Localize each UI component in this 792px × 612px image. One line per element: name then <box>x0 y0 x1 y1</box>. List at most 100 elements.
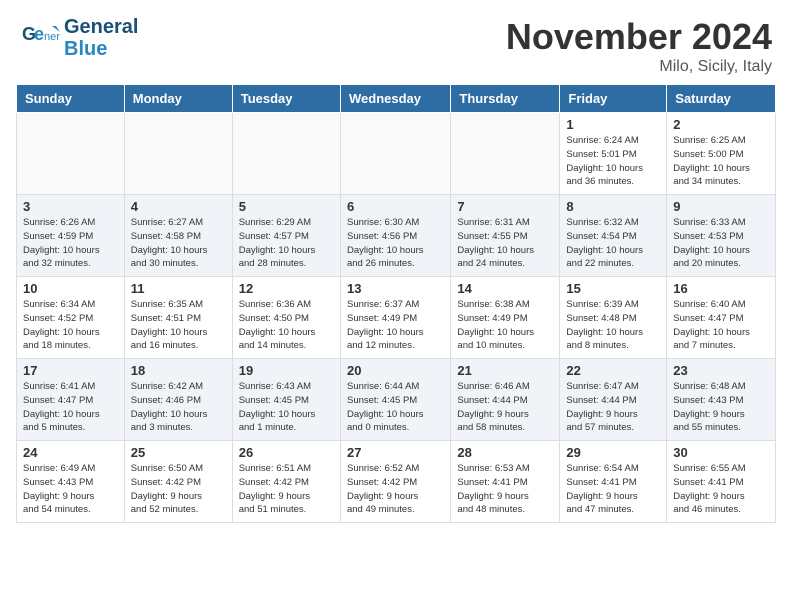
day-number-11: 11 <box>131 281 226 296</box>
day-number-14: 14 <box>457 281 553 296</box>
day-number-22: 22 <box>566 363 660 378</box>
title-block: November 2024 Milo, Sicily, Italy <box>506 16 772 76</box>
cell-w2-d3: 13 Sunrise: 6:37 AM Sunset: 4:49 PM Dayli… <box>340 277 450 359</box>
day-info-6: Sunrise: 6:30 AM Sunset: 4:56 PM Dayligh… <box>347 216 444 271</box>
cell-w3-d1: 18 Sunrise: 6:42 AM Sunset: 4:46 PM Dayli… <box>124 359 232 441</box>
logo-blue: Blue <box>64 38 107 60</box>
cell-w3-d4: 21Sunrise: 6:46 AM Sunset: 4:44 PM Dayli… <box>451 359 560 441</box>
day-info-23: Sunrise: 6:48 AM Sunset: 4:43 PM Dayligh… <box>673 380 769 435</box>
cell-w0-d4 <box>451 113 560 195</box>
cell-w4-d0: 24 Sunrise: 6:49 AM Sunset: 4:43 PM Dayli… <box>17 441 125 523</box>
day-number-21: 21 <box>457 363 553 378</box>
week-row-1: 3 Sunrise: 6:26 AM Sunset: 4:59 PM Daylig… <box>17 195 776 277</box>
cell-w2-d1: 11 Sunrise: 6:35 AM Sunset: 4:51 PM Dayli… <box>124 277 232 359</box>
day-info-4: Sunrise: 6:27 AM Sunset: 4:58 PM Dayligh… <box>131 216 226 271</box>
day-info-7: Sunrise: 6:31 AM Sunset: 4:55 PM Dayligh… <box>457 216 553 271</box>
col-saturday: Saturday <box>667 85 776 113</box>
logo-general: General <box>64 16 138 38</box>
calendar-wrapper: Sunday Monday Tuesday Wednesday Thursday… <box>0 84 792 523</box>
cell-w4-d6: 30Sunrise: 6:55 AM Sunset: 4:41 PM Dayli… <box>667 441 776 523</box>
day-number-29: 29 <box>566 445 660 460</box>
cell-w1-d3: 6Sunrise: 6:30 AM Sunset: 4:56 PM Daylig… <box>340 195 450 277</box>
day-info-17: Sunrise: 6:41 AM Sunset: 4:47 PM Dayligh… <box>23 380 118 435</box>
svg-text:neral: neral <box>44 31 60 43</box>
cell-w1-d6: 9Sunrise: 6:33 AM Sunset: 4:53 PM Daylig… <box>667 195 776 277</box>
day-info-26: Sunrise: 6:51 AM Sunset: 4:42 PM Dayligh… <box>239 462 334 517</box>
day-number-3: 3 <box>23 199 118 214</box>
day-number-7: 7 <box>457 199 553 214</box>
day-number-28: 28 <box>457 445 553 460</box>
cell-w1-d4: 7 Sunrise: 6:31 AM Sunset: 4:55 PM Daylig… <box>451 195 560 277</box>
day-info-18: Sunrise: 6:42 AM Sunset: 4:46 PM Dayligh… <box>131 380 226 435</box>
cell-w3-d3: 20 Sunrise: 6:44 AM Sunset: 4:45 PM Dayli… <box>340 359 450 441</box>
cell-w4-d4: 28 Sunrise: 6:53 AM Sunset: 4:41 PM Dayli… <box>451 441 560 523</box>
day-number-30: 30 <box>673 445 769 460</box>
day-number-1: 1 <box>566 117 660 132</box>
day-info-20: Sunrise: 6:44 AM Sunset: 4:45 PM Dayligh… <box>347 380 444 435</box>
col-friday: Friday <box>560 85 667 113</box>
day-number-24: 24 <box>23 445 118 460</box>
col-tuesday: Tuesday <box>232 85 340 113</box>
month-title: November 2024 <box>506 16 772 58</box>
day-info-3: Sunrise: 6:26 AM Sunset: 4:59 PM Dayligh… <box>23 216 118 271</box>
cell-w0-d5: 1 Sunrise: 6:24 AM Sunset: 5:01 PM Daylig… <box>560 113 667 195</box>
day-info-14: Sunrise: 6:38 AM Sunset: 4:49 PM Dayligh… <box>457 298 553 353</box>
day-number-18: 18 <box>131 363 226 378</box>
logo-text: General Blue <box>64 16 138 60</box>
cell-w2-d5: 15 Sunrise: 6:39 AM Sunset: 4:48 PM Dayli… <box>560 277 667 359</box>
cell-w1-d0: 3 Sunrise: 6:26 AM Sunset: 4:59 PM Daylig… <box>17 195 125 277</box>
calendar-header: Sunday Monday Tuesday Wednesday Thursday… <box>17 85 776 113</box>
day-number-10: 10 <box>23 281 118 296</box>
cell-w4-d2: 26 Sunrise: 6:51 AM Sunset: 4:42 PM Dayli… <box>232 441 340 523</box>
cell-w4-d3: 27 Sunrise: 6:52 AM Sunset: 4:42 PM Dayli… <box>340 441 450 523</box>
cell-w2-d6: 16 Sunrise: 6:40 AM Sunset: 4:47 PM Dayli… <box>667 277 776 359</box>
cell-w2-d4: 14 Sunrise: 6:38 AM Sunset: 4:49 PM Dayli… <box>451 277 560 359</box>
day-number-5: 5 <box>239 199 334 214</box>
cell-w0-d3 <box>340 113 450 195</box>
location-text: Milo, Sicily, Italy <box>506 58 772 76</box>
header-row: Sunday Monday Tuesday Wednesday Thursday… <box>17 85 776 113</box>
day-number-26: 26 <box>239 445 334 460</box>
day-number-25: 25 <box>131 445 226 460</box>
day-info-2: Sunrise: 6:25 AM Sunset: 5:00 PM Dayligh… <box>673 134 769 189</box>
cell-w0-d1 <box>124 113 232 195</box>
page-container: G e neral General Blue November 2024 Mil… <box>0 0 792 523</box>
day-info-12: Sunrise: 6:36 AM Sunset: 4:50 PM Dayligh… <box>239 298 334 353</box>
day-number-16: 16 <box>673 281 769 296</box>
day-number-12: 12 <box>239 281 334 296</box>
day-info-24: Sunrise: 6:49 AM Sunset: 4:43 PM Dayligh… <box>23 462 118 517</box>
cell-w2-d0: 10 Sunrise: 6:34 AM Sunset: 4:52 PM Dayli… <box>17 277 125 359</box>
day-info-15: Sunrise: 6:39 AM Sunset: 4:48 PM Dayligh… <box>566 298 660 353</box>
day-number-13: 13 <box>347 281 444 296</box>
day-number-2: 2 <box>673 117 769 132</box>
day-info-22: Sunrise: 6:47 AM Sunset: 4:44 PM Dayligh… <box>566 380 660 435</box>
day-info-8: Sunrise: 6:32 AM Sunset: 4:54 PM Dayligh… <box>566 216 660 271</box>
day-info-28: Sunrise: 6:53 AM Sunset: 4:41 PM Dayligh… <box>457 462 553 517</box>
cell-w3-d5: 22 Sunrise: 6:47 AM Sunset: 4:44 PM Dayli… <box>560 359 667 441</box>
day-info-16: Sunrise: 6:40 AM Sunset: 4:47 PM Dayligh… <box>673 298 769 353</box>
week-row-4: 24 Sunrise: 6:49 AM Sunset: 4:43 PM Dayli… <box>17 441 776 523</box>
day-number-27: 27 <box>347 445 444 460</box>
day-number-4: 4 <box>131 199 226 214</box>
day-number-20: 20 <box>347 363 444 378</box>
day-info-1: Sunrise: 6:24 AM Sunset: 5:01 PM Dayligh… <box>566 134 660 189</box>
logo-icon: G e neral <box>20 18 60 58</box>
day-info-10: Sunrise: 6:34 AM Sunset: 4:52 PM Dayligh… <box>23 298 118 353</box>
day-number-9: 9 <box>673 199 769 214</box>
day-number-19: 19 <box>239 363 334 378</box>
cell-w1-d1: 4 Sunrise: 6:27 AM Sunset: 4:58 PM Daylig… <box>124 195 232 277</box>
day-number-15: 15 <box>566 281 660 296</box>
day-info-27: Sunrise: 6:52 AM Sunset: 4:42 PM Dayligh… <box>347 462 444 517</box>
day-info-11: Sunrise: 6:35 AM Sunset: 4:51 PM Dayligh… <box>131 298 226 353</box>
day-info-13: Sunrise: 6:37 AM Sunset: 4:49 PM Dayligh… <box>347 298 444 353</box>
day-number-8: 8 <box>566 199 660 214</box>
col-sunday: Sunday <box>17 85 125 113</box>
day-info-25: Sunrise: 6:50 AM Sunset: 4:42 PM Dayligh… <box>131 462 226 517</box>
col-thursday: Thursday <box>451 85 560 113</box>
cell-w4-d1: 25 Sunrise: 6:50 AM Sunset: 4:42 PM Dayli… <box>124 441 232 523</box>
logo: G e neral General Blue <box>20 16 138 60</box>
svg-text:e: e <box>34 24 44 44</box>
cell-w2-d2: 12 Sunrise: 6:36 AM Sunset: 4:50 PM Dayli… <box>232 277 340 359</box>
day-number-23: 23 <box>673 363 769 378</box>
week-row-3: 17Sunrise: 6:41 AM Sunset: 4:47 PM Dayli… <box>17 359 776 441</box>
